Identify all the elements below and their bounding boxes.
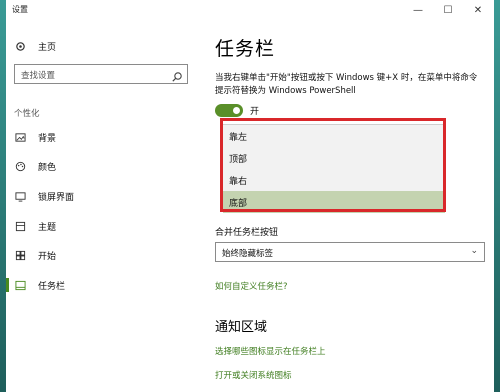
palette-icon (14, 160, 26, 172)
toggle-state-label: 开 (250, 107, 260, 117)
sidebar-item-lockscreen[interactable]: 锁屏界面 (6, 185, 202, 207)
lockscreen-icon (14, 190, 26, 202)
search-icon (171, 68, 183, 82)
section-label: 个性化 (14, 109, 40, 119)
sidebar-item-label: 任务栏 (38, 281, 66, 292)
position-option-top[interactable]: 顶部 (223, 147, 445, 169)
system-icons-link[interactable]: 打开或关闭系统图标 (215, 369, 292, 381)
taskbar-position-dropdown: 靠左 顶部 靠右 底部 (222, 124, 446, 213)
search-placeholder: 查找设置 (21, 71, 56, 81)
window-title: 设置 (12, 5, 28, 14)
sidebar-item-label: 主页 (38, 42, 57, 53)
taskbar-icon (14, 279, 26, 291)
close-button[interactable]: ✕ (464, 0, 492, 20)
sidebar-item-label: 锁屏界面 (38, 192, 75, 203)
start-icon (14, 249, 26, 261)
minimize-button[interactable]: — (404, 0, 432, 20)
page-title: 任务栏 (215, 38, 276, 60)
position-option-right[interactable]: 靠右 (223, 169, 445, 191)
sidebar-item-home[interactable]: 主页 (14, 37, 56, 55)
main-content: 任务栏 当我右键单击"开始"按钮或按下 Windows 键+X 时，在菜单中将命… (202, 20, 494, 392)
minimize-icon: — (413, 4, 423, 16)
powershell-toggle[interactable] (215, 104, 243, 117)
sidebar-item-taskbar[interactable]: 任务栏 (6, 274, 202, 296)
select-icons-link[interactable]: 选择哪些图标显示在任务栏上 (215, 345, 326, 357)
image-icon (14, 131, 26, 143)
combine-buttons-value: 始终隐藏标签 (222, 249, 274, 259)
combine-buttons-label: 合并任务栏按钮 (215, 228, 279, 238)
chevron-down-icon: ⌄ (470, 246, 478, 256)
toggle-knob (233, 107, 240, 114)
close-icon: ✕ (473, 4, 483, 16)
theme-icon (14, 220, 26, 232)
sidebar-item-label: 主题 (38, 222, 57, 233)
title-bar: 设置 — ☐ ✕ (6, 0, 494, 20)
position-option-left[interactable]: 靠左 (223, 125, 445, 147)
desktop-background-right (494, 0, 500, 392)
sidebar-item-label: 背景 (38, 133, 57, 144)
gear-icon (14, 40, 26, 52)
sidebar-item-background[interactable]: 背景 (6, 126, 202, 148)
customize-taskbar-link[interactable]: 如何自定义任务栏? (215, 280, 288, 292)
maximize-icon: ☐ (443, 4, 453, 16)
combine-buttons-select[interactable]: 始终隐藏标签 ⌄ (215, 242, 485, 262)
settings-window: 设置 — ☐ ✕ 主页 查找设置 个性化 背景 颜色 锁屏界面 主题 开始 任务… (6, 0, 494, 392)
sidebar-item-label: 开始 (38, 251, 57, 262)
powershell-setting-description: 当我右键单击"开始"按钮或按下 Windows 键+X 时，在菜单中将命令提示符… (215, 73, 478, 96)
sidebar-item-color[interactable]: 颜色 (6, 155, 202, 177)
search-input[interactable]: 查找设置 (14, 64, 188, 84)
position-option-bottom[interactable]: 底部 (223, 191, 445, 213)
sidebar-item-label: 颜色 (38, 162, 57, 173)
sidebar-item-start[interactable]: 开始 (6, 244, 202, 266)
sidebar-item-theme[interactable]: 主题 (6, 215, 202, 237)
sidebar: 主页 查找设置 个性化 背景 颜色 锁屏界面 主题 开始 任务栏 (6, 20, 202, 392)
active-indicator (6, 278, 9, 292)
notification-area-title: 通知区域 (215, 320, 268, 335)
maximize-button[interactable]: ☐ (434, 0, 462, 20)
